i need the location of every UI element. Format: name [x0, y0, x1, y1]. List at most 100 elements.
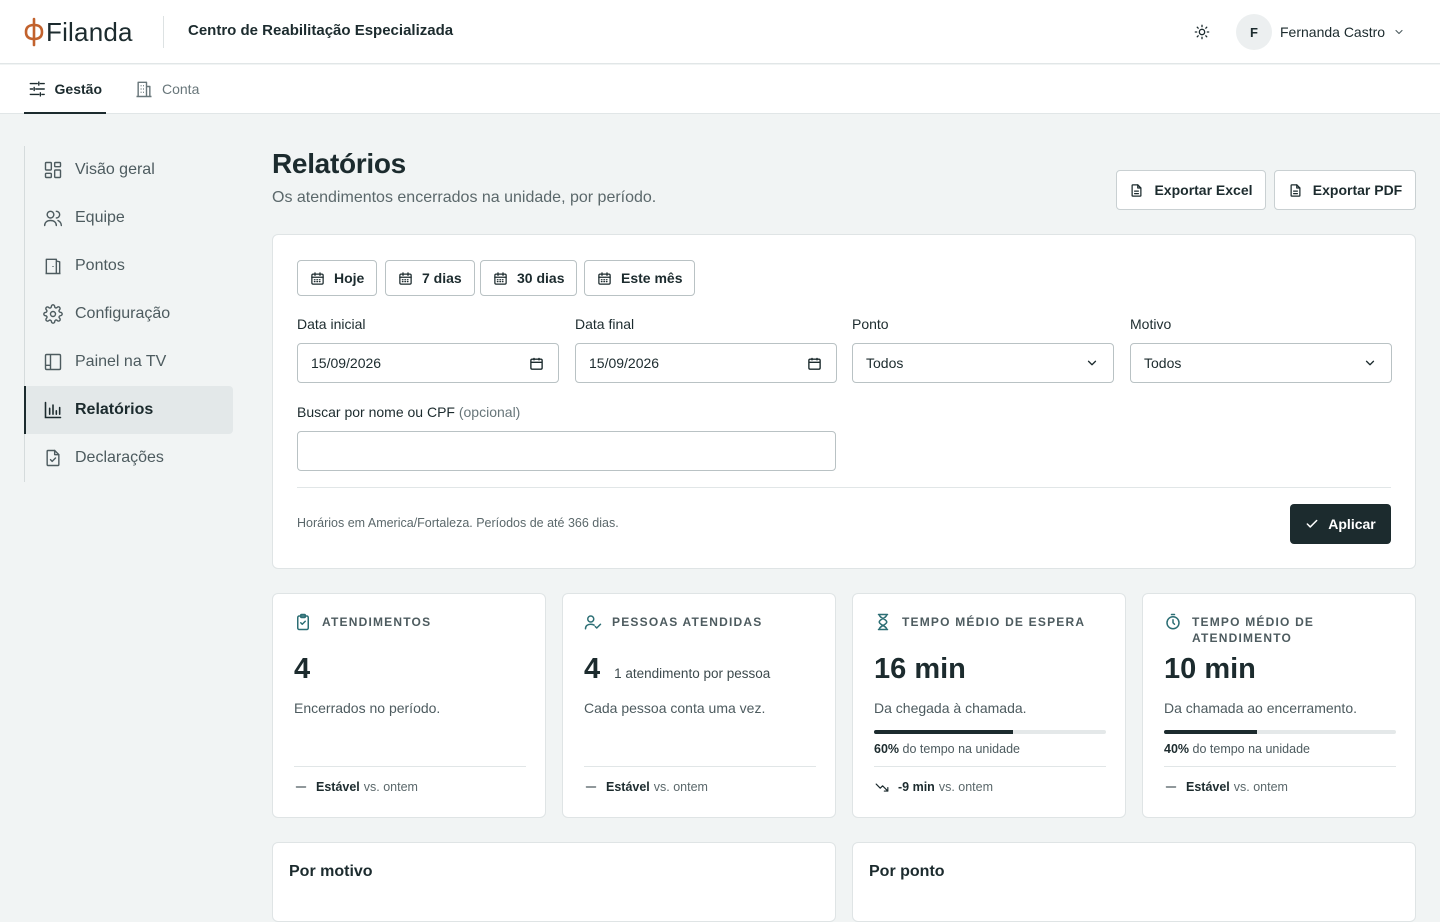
sidebar-item-painel-tv[interactable]: Painel na TV: [25, 338, 233, 386]
dash-icon: [1165, 786, 1177, 788]
sidebar-item-label: Visão geral: [75, 161, 155, 178]
user-menu[interactable]: F Fernanda Castro: [1236, 14, 1405, 50]
kpi-trend-text: vs. ontem: [938, 780, 993, 794]
file-check-icon: [46, 449, 60, 467]
end-date-value: 15/09/2026: [589, 355, 660, 371]
brand-logo[interactable]: Filanda: [24, 16, 133, 48]
kpi-label: Tempo médio de atendimento: [1192, 615, 1315, 645]
by-point-title: Por ponto: [869, 863, 945, 880]
tab-label: Conta: [162, 81, 200, 97]
export-excel-button[interactable]: Exportar Excel: [1116, 170, 1266, 210]
kpi-description: Da chegada à chamada.: [874, 700, 1027, 716]
range-chip-label: Este mês: [621, 270, 683, 286]
range-chip-este-mes[interactable]: Este mês: [584, 260, 696, 296]
kpi-value: 10 min: [1164, 653, 1256, 686]
sidebar-item-configuracao[interactable]: Configuração: [25, 290, 233, 338]
calendar-icon: [494, 271, 507, 285]
unit-name: Centro de Reabilitação Especializada: [188, 22, 454, 39]
search-input[interactable]: [297, 431, 836, 471]
kpi-header: Pessoas atendidas: [584, 614, 812, 631]
start-date-label: Data inicial: [297, 316, 366, 332]
sun-icon: [1194, 24, 1210, 40]
page-subtitle: Os atendimentos encerrados na unidade, p…: [272, 189, 657, 206]
kpi-trend-value: Estável: [316, 780, 360, 794]
by-reason-card: Por motivo: [272, 842, 836, 922]
calendar-icon: [311, 271, 324, 285]
kpi-header: Atendimentos: [294, 613, 522, 631]
tab-gestao[interactable]: Gestão: [24, 65, 106, 114]
reason-select-label: Motivo: [1130, 316, 1172, 332]
sliders-icon: [29, 81, 45, 97]
point-select-label: Ponto: [852, 316, 889, 332]
theme-toggle-button[interactable]: [1188, 18, 1216, 46]
kpi-trend-value: -9 min: [898, 780, 935, 794]
point-select[interactable]: Todos: [852, 343, 1114, 383]
gear-icon: [43, 304, 63, 324]
tabs-bar: Gestão Conta: [0, 65, 1440, 114]
kpi-trend-text: vs. ontem: [363, 780, 418, 794]
kpi-trend: Estável vs. ontem: [584, 780, 708, 794]
range-chip-30-dias[interactable]: 30 dias: [480, 260, 578, 296]
bar-chart-icon: [44, 401, 62, 419]
dashboard-grid-icon: [44, 161, 62, 179]
kpi-header: Tempo médio de atendimento: [1164, 613, 1392, 646]
kpi-share-text: do tempo na unidade: [902, 742, 1020, 756]
end-date-label: Data final: [575, 316, 635, 332]
kpi-description: Cada pessoa conta uma vez.: [584, 700, 766, 716]
kpi-card-pessoas-atendidas: Pessoas atendidas 4 1 atendimento por pe…: [562, 593, 836, 818]
kpi-share-percent: 60%: [874, 742, 900, 756]
filters-card: Hoje 7 dias 30 dias Este mês Data inicia…: [272, 234, 1416, 569]
end-date-field[interactable]: 15/09/2026: [575, 343, 837, 383]
timer-icon: [1166, 613, 1180, 630]
tab-conta[interactable]: Conta: [134, 65, 199, 113]
chevron-down-icon: [1395, 29, 1403, 35]
kpi-value-number: 10 min: [1164, 653, 1256, 685]
kpi-card-tempo-atendimento: Tempo médio de atendimento 10 min Da cha…: [1142, 593, 1416, 818]
kpi-trend-text: vs. ontem: [1233, 780, 1288, 794]
user-name: Fernanda Castro: [1280, 24, 1386, 40]
timezone-note: Horários em America/Fortaleza. Períodos …: [297, 516, 619, 530]
panel-icon: [44, 353, 62, 371]
sidebar-item-equipe[interactable]: Equipe: [25, 194, 233, 242]
kpi-trend-value: Estável: [606, 780, 650, 794]
sidebar-item-relatorios[interactable]: Relatórios: [24, 386, 233, 434]
sidebar-item-declaracoes[interactable]: Declarações: [25, 434, 233, 482]
reason-select[interactable]: Todos: [1130, 343, 1392, 383]
page-title: Relatórios: [272, 148, 406, 179]
tab-label: Gestão: [54, 81, 102, 97]
sidebar-item-pontos[interactable]: Pontos: [25, 242, 233, 290]
apply-button[interactable]: Aplicar: [1290, 504, 1391, 544]
kpi-share-bar-fill: [874, 730, 1014, 734]
start-date-value: 15/09/2026: [311, 355, 382, 371]
dash-icon: [295, 786, 307, 788]
start-date-field[interactable]: 15/09/2026: [297, 343, 559, 383]
kpi-card-atendimentos: Atendimentos 4 Encerrados no período. Es…: [272, 593, 546, 818]
kpi-value-number: 4: [584, 653, 601, 685]
file-icon: [1290, 183, 1301, 197]
header-divider: [163, 16, 164, 48]
kpi-trend: -9 min vs. ontem: [874, 780, 993, 794]
range-chip-hoje[interactable]: Hoje: [297, 260, 378, 296]
chevron-down-icon: [1365, 360, 1375, 366]
kpi-value: 4 1 atendimento por pessoa: [584, 653, 770, 686]
kpi-value: 16 min: [874, 653, 966, 686]
sidebar-item-label: Painel na TV: [75, 353, 167, 370]
sidebar-item-label: Declarações: [75, 449, 164, 466]
kpi-card-tempo-espera: Tempo médio de espera 16 min Da chegada …: [852, 593, 1126, 818]
kpi-trend: Estável vs. ontem: [294, 780, 418, 794]
filanda-logo-icon: [24, 17, 44, 47]
kpi-trend-text: vs. ontem: [653, 780, 708, 794]
avatar: F: [1236, 14, 1272, 50]
apply-label: Aplicar: [1328, 516, 1376, 532]
kpi-share-bar: [874, 730, 1106, 734]
range-chip-7-dias[interactable]: 7 dias: [385, 260, 475, 296]
export-pdf-button[interactable]: Exportar PDF: [1274, 170, 1416, 210]
calendar-icon: [808, 357, 821, 370]
kpi-description: Encerrados no período.: [294, 700, 441, 716]
by-reason-title: Por motivo: [289, 863, 373, 880]
kpi-share-text: do tempo na unidade: [1192, 742, 1310, 756]
sidebar-item-visao-geral[interactable]: Visão geral: [25, 146, 233, 194]
range-chip-label: 30 dias: [517, 270, 565, 286]
kpi-value-number: 4: [294, 653, 311, 685]
chevron-down-icon: [1087, 360, 1097, 366]
